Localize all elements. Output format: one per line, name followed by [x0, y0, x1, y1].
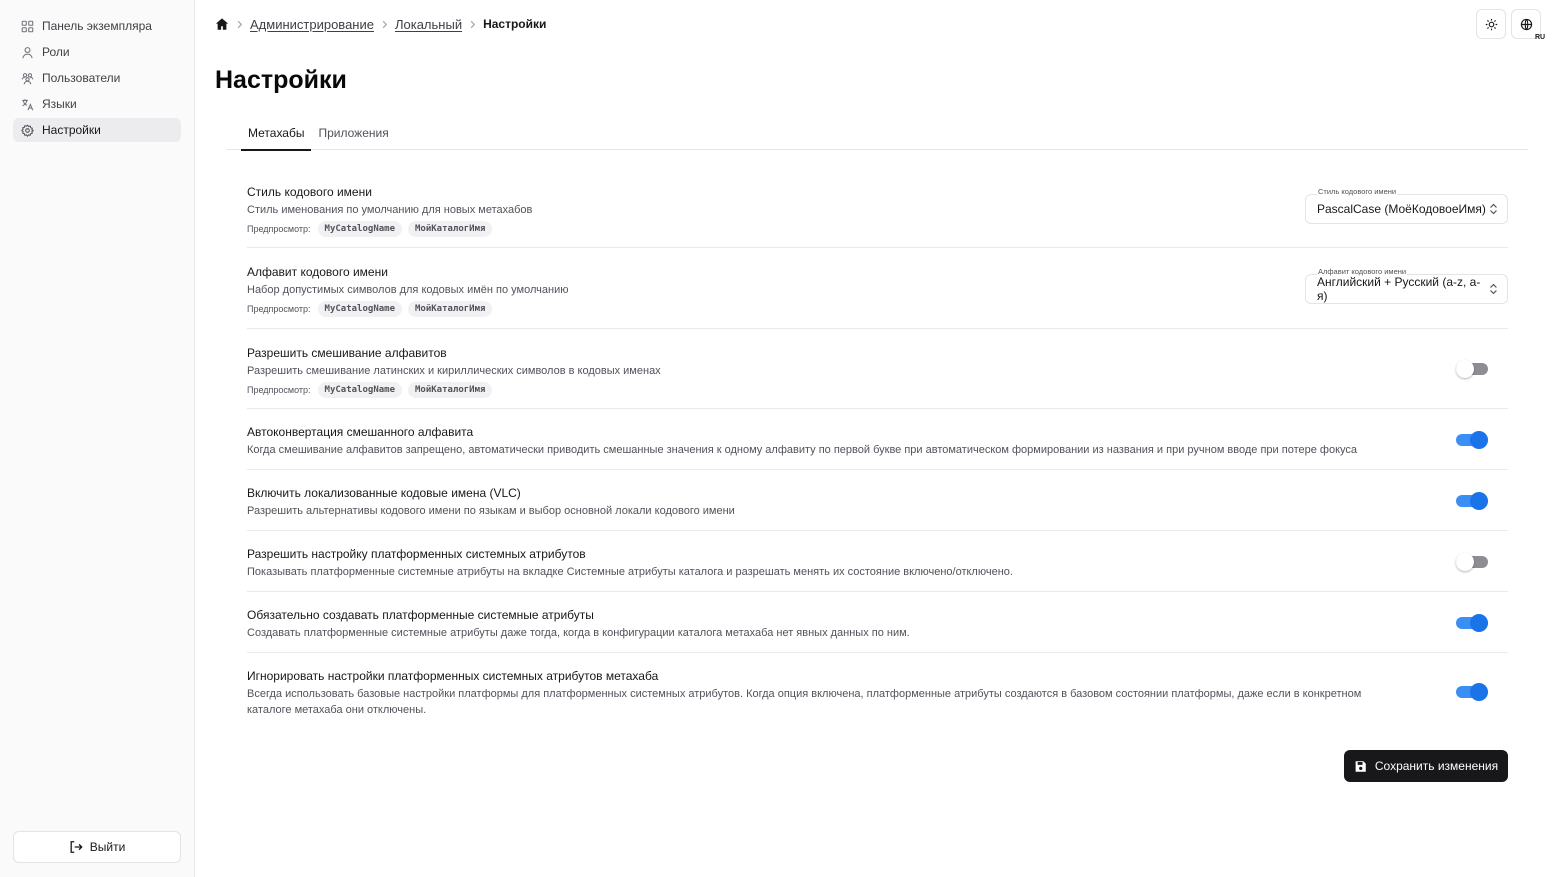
save-icon [1355, 760, 1366, 772]
select-label: Алфавит кодового имени [1317, 267, 1408, 276]
select-field[interactable]: Английский + Русский (a-z, а-я) [1305, 274, 1508, 304]
setting-row-codename-alphabet: Алфавит кодового имени Набор допустимых … [247, 248, 1508, 329]
languages-icon [21, 98, 34, 111]
breadcrumb-link-administration[interactable]: Администрирование [250, 17, 374, 32]
settings-list: Стиль кодового имени Стиль именования по… [247, 168, 1508, 731]
setting-description: Создавать платформенные системные атрибу… [247, 627, 910, 639]
allow-mixed-alphabets-toggle[interactable] [1456, 359, 1488, 379]
sidebar-item-label: Языки [42, 97, 77, 111]
sidebar-item-instance-panel[interactable]: Панель экземпляра [13, 14, 181, 38]
logout-button[interactable]: Выйти [13, 831, 181, 863]
setting-row-allow-mixed-alphabets: Разрешить смешивание алфавитов Разрешить… [247, 329, 1508, 409]
sidebar-item-users[interactable]: Пользователи [13, 66, 181, 90]
preview-chip: MyCatalogName [317, 301, 402, 317]
preview-label: Предпросмотр: [247, 224, 311, 234]
allow-platform-attrs-toggle[interactable] [1456, 552, 1488, 572]
setting-row-ignore-metahub-platform-attrs: Игнорировать настройки платформенных сис… [247, 653, 1508, 731]
toggle-knob [1470, 683, 1488, 701]
sun-icon [1485, 18, 1497, 30]
chevrons-up-down-icon [1490, 203, 1497, 215]
setting-title: Разрешить настройку платформенных систем… [247, 547, 586, 561]
sidebar-item-label: Панель экземпляра [42, 19, 152, 33]
toggle-knob [1470, 614, 1488, 632]
setting-description: Показывать платформенные системные атриб… [247, 566, 1013, 578]
setting-row-auto-convert-mixed: Автоконвертация смешанного алфавита Когд… [247, 409, 1508, 470]
ignore-metahub-platform-attrs-toggle[interactable] [1456, 682, 1488, 702]
sidebar: Панель экземпляра Роли Пользователи Язык… [0, 0, 195, 877]
codename-alphabet-select[interactable]: Алфавит кодового имени Английский + Русс… [1305, 267, 1508, 304]
save-label: Сохранить изменения [1374, 759, 1499, 773]
require-platform-attrs-toggle[interactable] [1456, 613, 1488, 633]
select-field[interactable]: PascalCase (МоёКодовоеИмя) [1305, 194, 1508, 224]
setting-preview: Предпросмотр: MyCatalogName МойКаталогИм… [247, 382, 1508, 398]
user-icon [21, 46, 34, 59]
users-icon [21, 72, 34, 85]
tab-applications[interactable]: Приложения [311, 116, 395, 150]
preview-chip: МойКаталогИмя [408, 221, 493, 237]
setting-description: Когда смешивание алфавитов запрещено, ав… [247, 444, 1357, 456]
globe-icon [1520, 18, 1532, 30]
chevron-right-icon [380, 20, 389, 29]
breadcrumb-link-local[interactable]: Локальный [395, 17, 462, 32]
setting-row-codename-style: Стиль кодового имени Стиль именования по… [247, 168, 1508, 248]
tab-metahubs[interactable]: Метахабы [241, 116, 312, 151]
sidebar-item-label: Настройки [42, 123, 101, 137]
breadcrumb-current: Настройки [483, 17, 547, 31]
preview-chip: MyCatalogName [317, 382, 402, 398]
setting-description: Всегда использовать базовые настройки пл… [247, 688, 1362, 716]
chevron-right-icon [468, 20, 477, 29]
save-changes-button[interactable]: Сохранить изменения [1344, 750, 1508, 782]
chevrons-up-down-icon [1490, 283, 1497, 295]
sidebar-item-settings[interactable]: Настройки [13, 118, 181, 142]
language-badge: RU [1535, 34, 1546, 41]
sidebar-item-roles[interactable]: Роли [13, 40, 181, 64]
setting-title: Обязательно создавать платформенные сист… [247, 608, 594, 622]
breadcrumb: Администрирование Локальный Настройки [215, 16, 546, 32]
preview-label: Предпросмотр: [247, 385, 311, 395]
logout-label: Выйти [89, 840, 126, 854]
sidebar-item-label: Пользователи [42, 71, 121, 85]
chevron-right-icon [235, 20, 244, 29]
setting-title: Игнорировать настройки платформенных сис… [247, 669, 659, 683]
logout-icon [70, 841, 83, 853]
sidebar-nav: Панель экземпляра Роли Пользователи Язык… [13, 14, 181, 144]
setting-row-enable-vlc: Включить локализованные кодовые имена (V… [247, 470, 1508, 531]
select-value: PascalCase (МоёКодовоеИмя) [1317, 202, 1486, 216]
toggle-knob [1456, 553, 1474, 571]
toggle-knob [1456, 360, 1474, 378]
preview-chip: МойКаталогИмя [408, 301, 493, 317]
select-value: Английский + Русский (a-z, а-я) [1317, 275, 1481, 303]
auto-convert-mixed-toggle[interactable] [1456, 430, 1488, 450]
setting-description: Разрешить альтернативы кодового имени по… [247, 505, 735, 517]
toggle-knob [1470, 492, 1488, 510]
setting-title: Разрешить смешивание алфавитов [247, 346, 447, 360]
setting-description: Разрешить смешивание латинских и кирилли… [247, 365, 661, 377]
page-title: Настройки [215, 66, 347, 94]
select-label: Стиль кодового имени [1317, 187, 1398, 196]
setting-row-allow-platform-attrs: Разрешить настройку платформенных систем… [247, 531, 1508, 592]
enable-vlc-toggle[interactable] [1456, 491, 1488, 511]
preview-chip: MyCatalogName [317, 221, 402, 237]
codename-style-select[interactable]: Стиль кодового имени PascalCase (МоёКодо… [1305, 187, 1508, 224]
preview-chip: МойКаталогИмя [408, 382, 493, 398]
setting-title: Автоконвертация смешанного алфавита [247, 425, 474, 439]
gear-icon [21, 123, 34, 137]
home-icon[interactable] [215, 17, 229, 31]
layout-grid-icon [21, 20, 34, 33]
sidebar-item-languages[interactable]: Языки [13, 92, 181, 116]
tab-bar: Метахабы Приложения [227, 116, 1528, 151]
toggle-knob [1470, 431, 1488, 449]
setting-row-require-platform-attrs: Обязательно создавать платформенные сист… [247, 592, 1508, 653]
sidebar-item-label: Роли [42, 45, 70, 59]
preview-label: Предпросмотр: [247, 304, 311, 314]
theme-toggle-button[interactable] [1476, 9, 1506, 39]
setting-title: Включить локализованные кодовые имена (V… [247, 486, 521, 500]
